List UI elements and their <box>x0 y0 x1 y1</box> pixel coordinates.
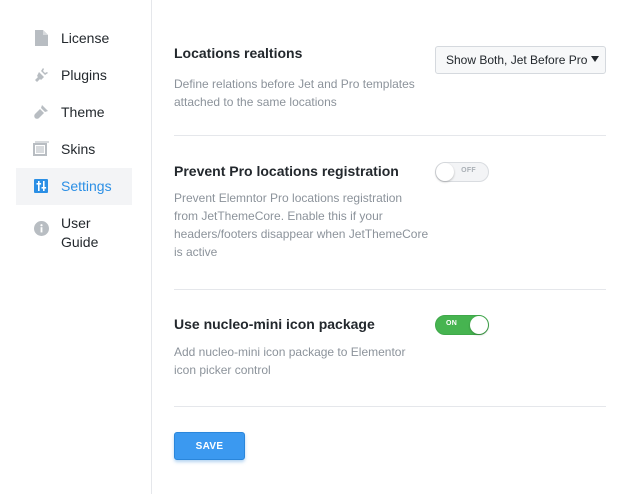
sidebar-item-label: Theme <box>61 104 105 120</box>
prevent-pro-toggle[interactable]: OFF <box>435 162 489 182</box>
select-value: Show Both, Jet Before Pro <box>446 53 588 67</box>
sidebar: License Plugins Theme Skins Settings Use… <box>0 0 152 494</box>
toggle-knob <box>470 316 488 334</box>
toggle-state-label: OFF <box>461 167 476 174</box>
sidebar-item-label: Plugins <box>61 67 107 83</box>
sliders-icon <box>33 177 49 195</box>
toggle-knob <box>436 163 454 181</box>
section-description: Add nucleo-mini icon package to Elemento… <box>174 345 406 377</box>
document-icon <box>33 29 49 47</box>
divider <box>174 289 606 290</box>
sidebar-item-label: User Guide <box>61 215 99 250</box>
sidebar-item-license[interactable]: License <box>16 20 132 57</box>
sidebar-item-user-guide[interactable]: User Guide <box>16 205 132 261</box>
divider <box>174 135 606 136</box>
section-description: Prevent Elemntor Pro locations registrat… <box>174 191 429 259</box>
info-icon <box>33 219 49 237</box>
nucleo-icons-toggle[interactable]: ON <box>435 315 489 335</box>
sidebar-nav: License Plugins Theme Skins Settings Use… <box>16 20 132 261</box>
save-button[interactable]: SAVE <box>174 432 245 460</box>
section-title: Use nucleo-mini icon package <box>174 316 375 332</box>
locations-relations-select[interactable]: Show Both, Jet Before Pro <box>435 46 606 74</box>
sidebar-item-theme[interactable]: Theme <box>16 94 132 131</box>
skins-icon <box>33 140 49 158</box>
sidebar-item-plugins[interactable]: Plugins <box>16 57 132 94</box>
section-description: Define relations before Jet and Pro temp… <box>174 77 415 109</box>
nucleo-icons-section: Use nucleo-mini icon package Add nucleo-… <box>174 315 606 379</box>
sidebar-item-label: Skins <box>61 141 96 157</box>
sidebar-item-label: License <box>61 30 110 46</box>
toggle-state-label: ON <box>446 320 458 327</box>
sidebar-item-label: Settings <box>61 178 112 194</box>
section-title: Prevent Pro locations registration <box>174 163 399 179</box>
chevron-down-icon <box>591 56 599 62</box>
sidebar-item-skins[interactable]: Skins <box>16 131 132 168</box>
plug-icon <box>33 66 49 84</box>
divider <box>174 406 606 407</box>
prevent-pro-section: Prevent Pro locations registration Preve… <box>174 162 606 261</box>
sidebar-item-settings[interactable]: Settings <box>16 168 132 205</box>
brush-icon <box>33 103 49 121</box>
